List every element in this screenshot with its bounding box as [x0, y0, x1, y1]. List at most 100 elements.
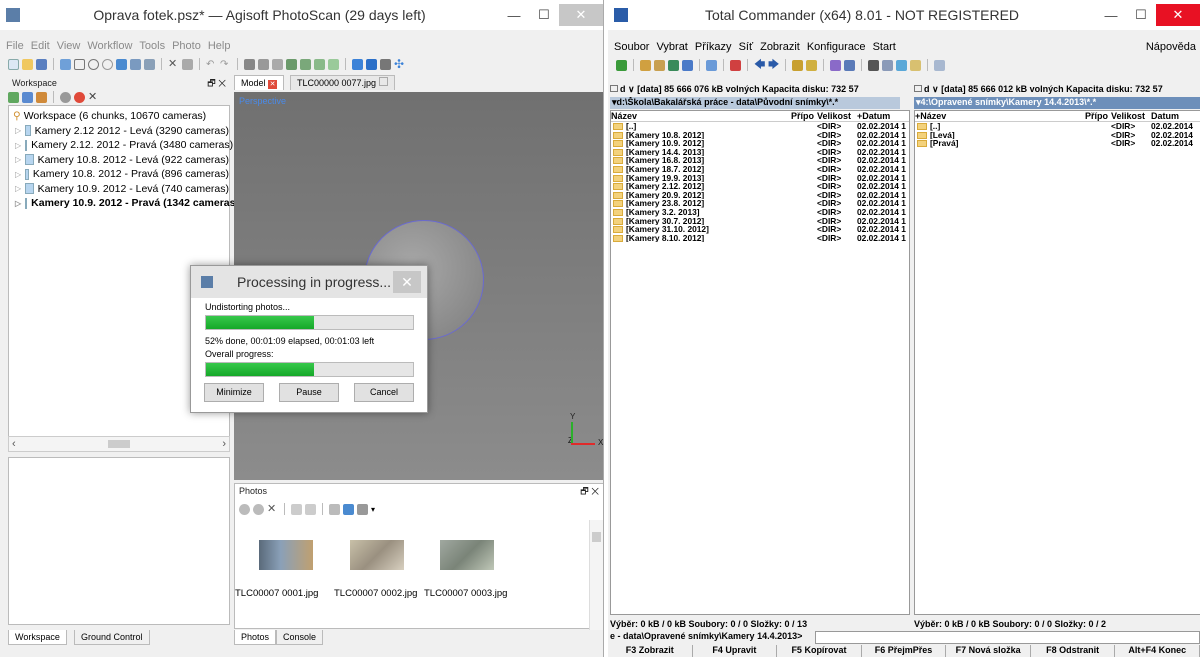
rect-select-icon[interactable] [74, 58, 85, 70]
unzip-icon[interactable] [806, 59, 817, 71]
solid-icon[interactable] [286, 58, 297, 70]
enable-icon[interactable] [239, 503, 250, 515]
tab-photos[interactable]: Photos [234, 630, 277, 645]
cancel-button[interactable]: Cancel [354, 383, 414, 402]
menu-help[interactable]: Nápověda [1146, 41, 1196, 55]
tab-console[interactable]: Console [276, 630, 324, 645]
save-icon[interactable] [36, 58, 47, 70]
menu-prikazy[interactable]: Příkazy [695, 41, 732, 55]
photo-thumbnail[interactable] [440, 540, 494, 570]
wireframe-icon[interactable] [328, 58, 339, 70]
photo-thumbnail[interactable] [350, 540, 404, 570]
menu-start[interactable]: Start [873, 41, 896, 55]
pause-button[interactable]: Pause [279, 383, 339, 402]
command-input[interactable] [815, 631, 1200, 644]
f6-move-button[interactable]: F6 PřejmPřes [862, 645, 947, 657]
close-button[interactable]: ✕ [559, 4, 603, 26]
photo-thumbnail[interactable] [259, 540, 313, 570]
refresh-icon[interactable] [616, 59, 627, 71]
dense-cloud-icon[interactable] [258, 58, 269, 70]
shaded-icon[interactable] [300, 58, 311, 70]
undo-icon[interactable]: ↶ [206, 59, 217, 70]
menu-konfigurace[interactable]: Konfigurace [807, 41, 866, 55]
add-folder-icon[interactable] [36, 91, 47, 103]
chevron-down-icon[interactable]: ▾ [371, 505, 375, 514]
right-path-bar[interactable]: ▾4:\Opravené snímky\Kamery 14.4.2013\*.* [914, 97, 1200, 109]
rename-icon[interactable] [882, 59, 893, 71]
minimize-button[interactable]: — [1096, 4, 1126, 26]
rotate-region-icon[interactable] [144, 58, 155, 70]
maximize-button[interactable]: ☐ [529, 4, 559, 26]
chunk-item[interactable]: ▷ Kamery 10.8. 2012 - Pravá (896 cameras) [9, 167, 229, 182]
reset-view-icon[interactable]: ✣ [394, 58, 405, 70]
add-chunk-icon[interactable] [8, 91, 19, 103]
panel-close-icon[interactable]: 🗗 ✕ [207, 76, 226, 90]
remove-icon[interactable]: ✕ [267, 503, 278, 515]
chunk-item[interactable]: ▷ Kamery 2.12. 2012 - Pravá (3480 cameras… [9, 138, 233, 153]
rotate-left-icon[interactable] [291, 503, 302, 515]
f8-delete-button[interactable]: F8 Odstranit [1031, 645, 1116, 657]
workspace-hscroll[interactable]: ‹ › [8, 436, 230, 452]
tab-model[interactable]: Model ✕ [234, 75, 285, 90]
menu-soubor[interactable]: Soubor [614, 41, 649, 55]
enable-icon[interactable] [60, 91, 71, 103]
tab-ground-control[interactable]: Ground Control [74, 630, 150, 645]
f4-edit-button[interactable]: F4 Upravit [693, 645, 778, 657]
open-icon[interactable] [22, 58, 33, 70]
view-mode-icon[interactable] [357, 503, 368, 515]
minimize-button[interactable]: — [499, 4, 529, 26]
menu-photo[interactable]: Photo [172, 40, 201, 54]
show-region-icon[interactable] [366, 58, 377, 70]
chunk-item[interactable]: ▷ Kamery 2.12 2012 - Levá (3290 cameras) [9, 124, 229, 139]
crop-icon[interactable] [182, 58, 193, 70]
menu-view[interactable]: View [57, 40, 81, 54]
add-photos-icon[interactable] [22, 91, 33, 103]
rotate-right-icon[interactable] [305, 503, 316, 515]
dialog-close-button[interactable]: ✕ [393, 271, 421, 293]
col-name[interactable]: Název [611, 111, 791, 121]
disable-icon[interactable] [253, 503, 264, 515]
right-drive-bar[interactable]: d ∨ [data] 85 666 012 kB volných Kapacit… [914, 84, 1200, 96]
col-ext[interactable]: Přípo [791, 111, 817, 121]
tab-photo[interactable]: TLC00000 0077.jpg [290, 75, 395, 90]
full-view-icon[interactable] [654, 59, 665, 71]
details-icon[interactable] [343, 503, 354, 515]
new-icon[interactable] [8, 58, 19, 70]
panel-close-icon[interactable]: 🗗 ✕ [580, 484, 599, 498]
show-cameras-icon[interactable] [352, 58, 363, 70]
menu-file[interactable]: File [6, 40, 24, 54]
col-ext[interactable]: Přípo [1085, 111, 1111, 121]
thumbnails-icon[interactable] [682, 59, 693, 71]
altf4-exit-button[interactable]: Alt+F4 Konec [1115, 645, 1200, 657]
file-row[interactable]: [Pravá] <DIR> 02.02.2014 [915, 139, 1200, 148]
resize-region-icon[interactable] [130, 58, 141, 70]
menu-workflow[interactable]: Workflow [87, 40, 132, 54]
mesh-icon[interactable] [272, 58, 283, 70]
brief-view-icon[interactable] [640, 59, 651, 71]
menu-sit[interactable]: Síť [739, 41, 754, 55]
menu-tools[interactable]: Tools [139, 40, 165, 54]
left-file-panel[interactable]: Název Přípo Velikost +Datum [..] <DIR> 02.… [610, 110, 910, 615]
zip-icon[interactable] [792, 59, 803, 71]
col-date[interactable]: +Datum [857, 111, 907, 121]
col-name[interactable]: +Název [915, 111, 1085, 121]
menu-vybrat[interactable]: Vybrat [656, 41, 687, 55]
sync-icon[interactable] [830, 59, 841, 71]
delete-icon[interactable]: ✕ [168, 58, 179, 70]
forward-icon[interactable]: 🡆 [768, 59, 779, 71]
redo-icon[interactable]: ↷ [220, 59, 231, 70]
tree-icon[interactable] [668, 59, 679, 71]
invert-icon[interactable] [706, 59, 717, 71]
menu-help[interactable]: Help [208, 40, 231, 54]
compare-icon[interactable] [844, 59, 855, 71]
points-icon[interactable] [244, 58, 255, 70]
circle-select-icon[interactable] [88, 58, 99, 70]
trackball-icon[interactable] [380, 58, 391, 70]
col-size[interactable]: Velikost [817, 111, 857, 121]
pack-icon[interactable] [730, 59, 741, 71]
left-path-bar[interactable]: ▾d:\Škola\Bakalářská práce - data\Původn… [610, 97, 900, 109]
tab-workspace[interactable]: Workspace [8, 630, 67, 645]
chunk-item-active[interactable]: ▷ Kamery 10.9. 2012 - Pravá (1342 cameras… [9, 196, 239, 211]
col-date[interactable]: Datum [1151, 111, 1200, 121]
ftp-icon[interactable] [896, 59, 907, 71]
